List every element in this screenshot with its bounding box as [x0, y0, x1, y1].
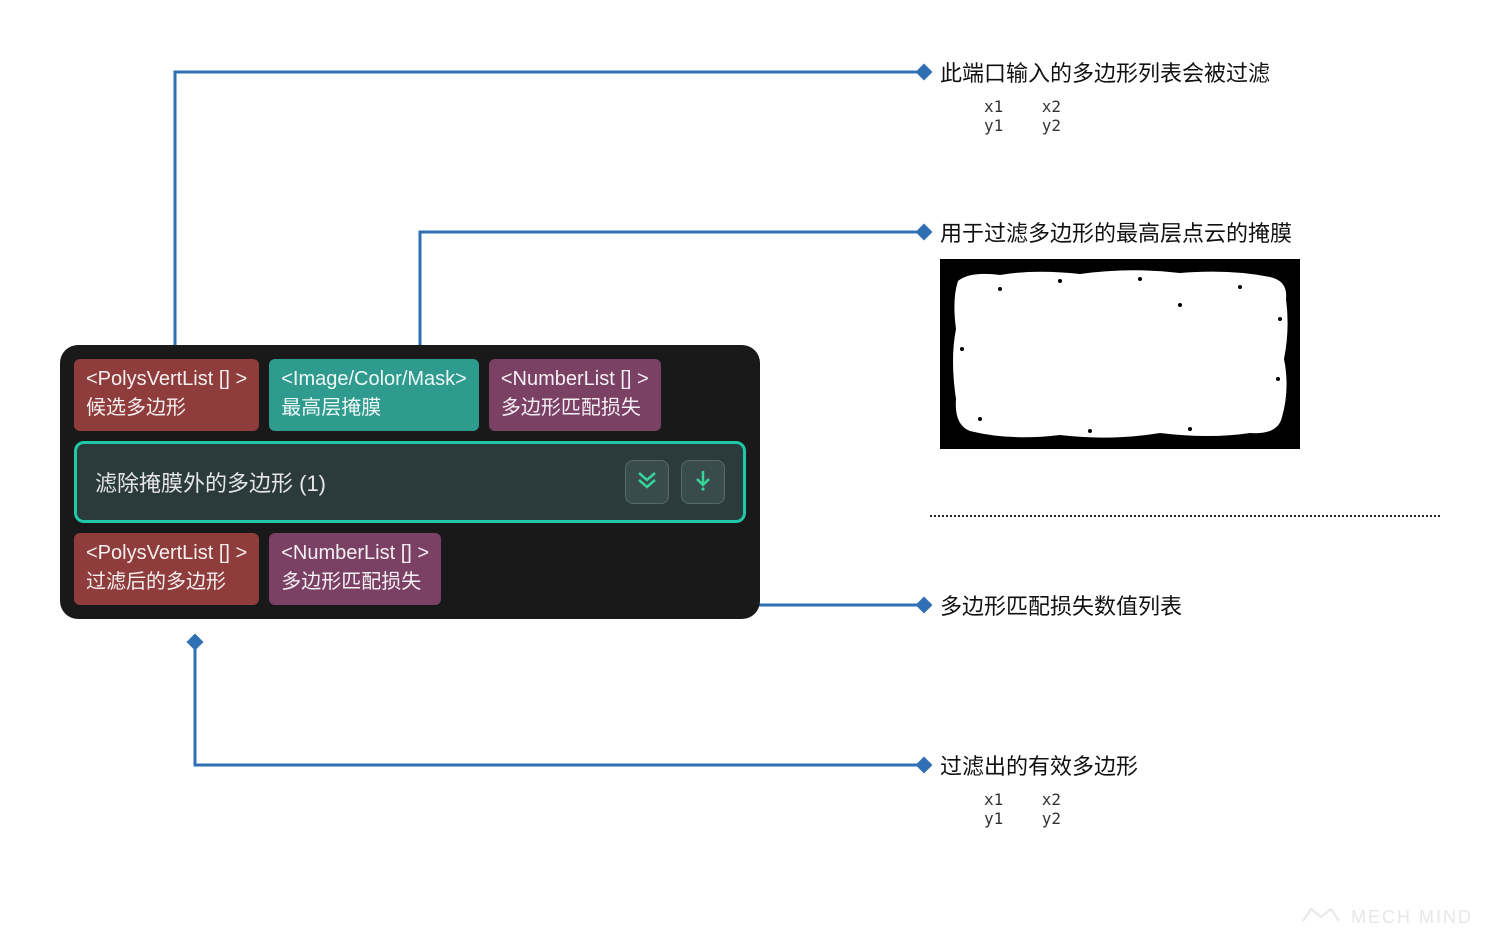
node-title: 滤除掩膜外的多边形 (1)	[95, 466, 326, 498]
annotation-output-loss: 多边形匹配损失数值列表	[940, 593, 1380, 622]
port-label: 多边形匹配损失	[501, 394, 649, 423]
watermark: MECH MIND	[1301, 903, 1473, 932]
mask-preview-image	[940, 259, 1300, 449]
node-buttons	[625, 460, 725, 504]
step-node: <PolysVertList [] > 候选多边形 <Image/Color/M…	[60, 345, 760, 619]
input-port-match-loss[interactable]: <NumberList [] > 多边形匹配损失	[489, 359, 661, 431]
annotation-title: 多边形匹配损失数值列表	[940, 593, 1380, 622]
annotation-coords: x1 x2 y1 y2	[940, 97, 1380, 135]
annotation-output-polys: 过滤出的有效多边形 x1 x2 y1 y2	[940, 753, 1380, 828]
output-port-filtered-polys[interactable]: <PolysVertList [] > 过滤后的多边形	[74, 533, 259, 605]
port-type: <PolysVertList [] >	[86, 365, 247, 394]
annotation-coords: x1 x2 y1 y2	[940, 790, 1380, 828]
port-label: 最高层掩膜	[281, 394, 467, 423]
run-step-button[interactable]	[681, 460, 725, 504]
arrow-down-icon	[691, 468, 715, 497]
input-ports-row: <PolysVertList [] > 候选多边形 <Image/Color/M…	[74, 359, 746, 431]
expand-all-button[interactable]	[625, 460, 669, 504]
port-type: <PolysVertList [] >	[86, 539, 247, 568]
port-label: 候选多边形	[86, 394, 247, 423]
diamond-marker-icon	[916, 64, 933, 81]
port-label: 过滤后的多边形	[86, 568, 247, 597]
port-label: 多边形匹配损失	[281, 568, 429, 597]
output-port-match-loss[interactable]: <NumberList [] > 多边形匹配损失	[269, 533, 441, 605]
port-type: <NumberList [] >	[281, 539, 429, 568]
annotation-title: 此端口输入的多边形列表会被过滤	[940, 60, 1380, 89]
port-type: <NumberList [] >	[501, 365, 649, 394]
watermark-text: MECH MIND	[1351, 907, 1473, 928]
diamond-marker-icon	[916, 597, 933, 614]
annotation-input-polys: 此端口输入的多边形列表会被过滤 x1 x2 y1 y2	[940, 60, 1380, 135]
section-divider	[930, 515, 1440, 517]
port-type: <Image/Color/Mask>	[281, 365, 467, 394]
diamond-marker-icon	[916, 757, 933, 774]
mechmind-logo-icon	[1301, 903, 1341, 932]
annotation-input-mask: 用于过滤多边形的最高层点云的掩膜	[940, 220, 1380, 449]
node-title-bar[interactable]: 滤除掩膜外的多边形 (1)	[74, 441, 746, 523]
annotation-title: 用于过滤多边形的最高层点云的掩膜	[940, 220, 1380, 249]
input-port-top-mask[interactable]: <Image/Color/Mask> 最高层掩膜	[269, 359, 479, 431]
double-chevron-down-icon	[635, 468, 659, 497]
annotation-title: 过滤出的有效多边形	[940, 753, 1380, 782]
output-ports-row: <PolysVertList [] > 过滤后的多边形 <NumberList …	[74, 533, 746, 605]
diamond-marker-icon	[916, 224, 933, 241]
input-port-candidate-polys[interactable]: <PolysVertList [] > 候选多边形	[74, 359, 259, 431]
